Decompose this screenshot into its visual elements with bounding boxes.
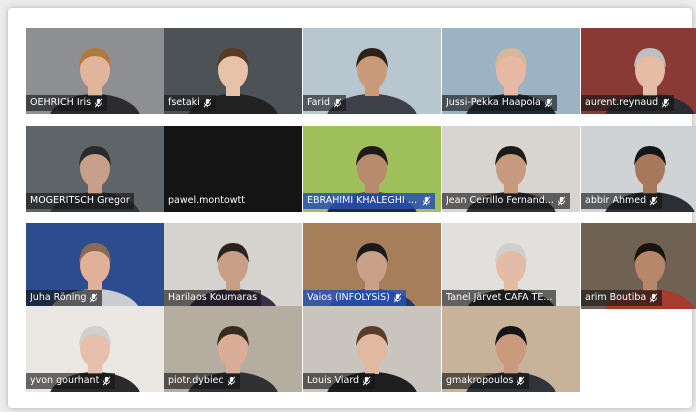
participant-tile[interactable]: fsetaki <box>164 28 302 114</box>
participant-name-label: Tanel Järvet CAFA TE... <box>442 290 557 306</box>
participant-tile[interactable]: MOGERITSCH Gregor <box>26 126 164 212</box>
microphone-muted-icon <box>94 98 103 108</box>
participant-tile[interactable]: Tanel Järvet CAFA TE... <box>442 223 580 309</box>
participant-name-label: Jussi-Pekka Haapola <box>442 95 557 111</box>
participant-name-label: MOGERITSCH Gregor <box>26 193 134 209</box>
participant-tile[interactable]: Farid <box>303 28 441 114</box>
microphone-muted-icon <box>422 196 431 206</box>
microphone-muted-icon <box>517 376 525 386</box>
participant-name: MOGERITSCH Gregor <box>30 195 130 206</box>
microphone-muted-icon <box>649 293 658 303</box>
participant-name: Juha Röning <box>30 292 87 303</box>
participant-name-label: OEHRICH Iris <box>26 95 108 111</box>
participant-tile[interactable]: arim Boutiba <box>581 223 696 309</box>
participant-name-label: EBRAHIMI KHALEGHI E... <box>303 193 435 209</box>
participant-tile[interactable]: piotr.dybiec <box>164 306 302 392</box>
microphone-muted-icon <box>393 293 402 303</box>
participant-tile[interactable]: Jussi-Pekka Haapola <box>442 28 580 114</box>
participant-name-label: Jean Cerrillo Fernand... <box>442 193 570 209</box>
participant-name: EBRAHIMI KHALEGHI E... <box>307 195 419 206</box>
microphone-muted-icon <box>649 196 658 206</box>
participant-name: abbir Ahmed <box>585 195 647 206</box>
microphone-muted-icon <box>203 98 212 108</box>
participant-name: arim Boutiba <box>585 292 647 303</box>
participant-name-label: pawel.montowtt <box>164 193 249 209</box>
participant-name: Vaios (INFOLYSiS) <box>307 292 390 303</box>
participant-name: piotr.dybiec <box>168 375 224 386</box>
participant-tile[interactable]: yvon gourhant <box>26 306 164 392</box>
participant-name-label: Juha Röning <box>26 290 103 306</box>
participant-tile[interactable]: Vaios (INFOLYSiS) <box>303 223 441 309</box>
participant-name: Louis Viard <box>307 375 360 386</box>
participant-name: yvon gourhant <box>30 375 100 386</box>
participant-tile[interactable]: pawel.montowtt <box>164 126 302 212</box>
participant-name-label: Farid <box>303 95 346 111</box>
microphone-muted-icon <box>227 376 235 386</box>
participant-name-label: Harilaos Koumaras <box>164 290 262 306</box>
participant-tile[interactable]: Jean Cerrillo Fernand... <box>442 126 580 212</box>
microphone-muted-icon <box>557 196 566 206</box>
participant-name-label: gmakropoulos <box>442 373 530 389</box>
participant-name: fsetaki <box>168 97 200 108</box>
participant-name-label: arim Boutiba <box>581 290 663 306</box>
microphone-muted-icon <box>362 376 371 386</box>
video-grid: OEHRICH Iris fsetaki Farid Jussi-Pekka Haap… <box>26 28 696 398</box>
participant-name: aurent.reynaud <box>585 97 659 108</box>
participant-tile[interactable]: OEHRICH Iris <box>26 28 164 114</box>
microphone-muted-icon <box>544 98 553 108</box>
participant-name: OEHRICH Iris <box>30 97 92 108</box>
participant-name-label: Vaios (INFOLYSiS) <box>303 290 406 306</box>
participant-tile[interactable]: gmakropoulos <box>442 306 580 392</box>
microphone-muted-icon <box>661 98 670 108</box>
participant-name: Farid <box>307 97 330 108</box>
participant-name-label: Louis Viard <box>303 373 376 389</box>
participant-tile[interactable]: EBRAHIMI KHALEGHI E... <box>303 126 441 212</box>
participant-name-label: yvon gourhant <box>26 373 116 389</box>
participant-tile[interactable]: abbir Ahmed <box>581 126 696 212</box>
participant-name: Harilaos Koumaras <box>168 292 258 303</box>
participant-tile[interactable]: Juha Röning <box>26 223 164 309</box>
participant-tile[interactable]: Harilaos Koumaras <box>164 223 302 309</box>
participant-name: pawel.montowtt <box>168 195 245 206</box>
participant-name: Tanel Järvet CAFA TE... <box>446 292 553 303</box>
microphone-muted-icon <box>90 293 98 303</box>
participant-name: Jean Cerrillo Fernand... <box>446 195 554 206</box>
participant-name: Jussi-Pekka Haapola <box>446 97 541 108</box>
participant-name-label: aurent.reynaud <box>581 95 675 111</box>
microphone-muted-icon <box>103 376 111 386</box>
participant-name-label: abbir Ahmed <box>581 193 663 209</box>
participant-name-label: fsetaki <box>164 95 216 111</box>
participant-tile[interactable]: aurent.reynaud <box>581 28 696 114</box>
participant-name-label: piotr.dybiec <box>164 373 240 389</box>
microphone-muted-icon <box>333 98 342 108</box>
participant-name: gmakropoulos <box>446 375 514 386</box>
participant-tile[interactable]: Louis Viard <box>303 306 441 392</box>
